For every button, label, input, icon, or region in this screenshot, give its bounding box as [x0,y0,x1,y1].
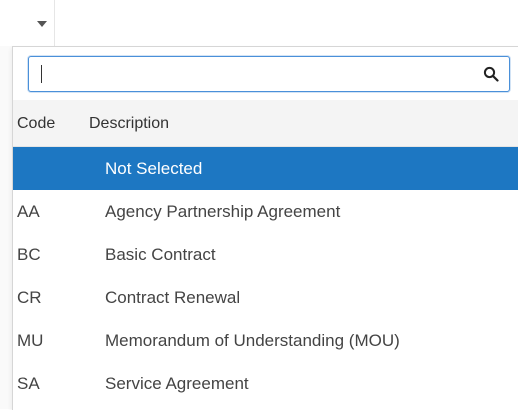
search-icon[interactable] [483,66,499,82]
option-row-cr[interactable]: CR Contract Renewal [13,276,518,319]
left-background [0,46,12,409]
option-row-bc[interactable]: BC Basic Contract [13,233,518,276]
option-row-not-selected[interactable]: Not Selected [13,147,518,190]
search-box[interactable] [28,56,510,92]
dropdown-panel: Code Description Not Selected AA Agency … [12,46,518,410]
option-code: SA [17,374,40,393]
option-description: Agency Partnership Agreement [105,202,341,221]
caret-down-icon [37,21,47,27]
option-description: Not Selected [105,159,203,178]
option-code: BC [17,245,41,264]
option-row-mu[interactable]: MU Memorandum of Understanding (MOU) [13,319,518,362]
option-description: Basic Contract [105,245,216,264]
option-code: MU [17,331,44,350]
dropdown-toggle[interactable] [0,0,55,46]
option-row-aa[interactable]: AA Agency Partnership Agreement [13,190,518,233]
option-description: Contract Renewal [105,288,241,307]
option-code: AA [17,202,40,221]
column-header-description: Description [89,115,170,132]
search-input[interactable] [29,57,493,91]
option-code: CR [17,288,42,307]
column-header-code: Code [17,115,56,132]
text-cursor [41,65,42,83]
option-description: Memorandum of Understanding (MOU) [105,331,400,350]
table-header: Code Description [13,100,518,147]
option-row-sa[interactable]: SA Service Agreement [13,362,518,405]
option-list: Not Selected AA Agency Partnership Agree… [13,147,518,405]
option-description: Service Agreement [105,374,249,393]
